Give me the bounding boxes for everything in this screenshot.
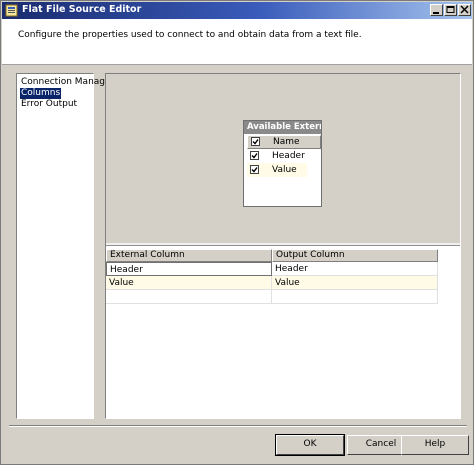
minimize-button[interactable] <box>430 4 443 16</box>
close-icon <box>460 5 469 14</box>
maximize-button[interactable] <box>444 4 457 16</box>
maximize-icon <box>446 6 455 13</box>
available-column-row[interactable]: Value <box>247 163 307 177</box>
navigation-list: Connection Manager Columns Error Output <box>16 73 114 419</box>
nav-item-error-output[interactable]: Error Output <box>20 99 78 110</box>
columns-page: Available Extern... Name <box>105 73 461 419</box>
grid-cell-empty[interactable] <box>272 290 438 304</box>
grid-cell-empty[interactable] <box>106 290 272 304</box>
minimize-icon <box>433 12 439 14</box>
available-external-columns-box[interactable]: Available Extern... Name <box>243 120 322 207</box>
name-column-header: Name <box>273 137 300 147</box>
column-designer-surface: Available Extern... Name <box>106 74 460 243</box>
nav-item-columns[interactable]: Columns <box>20 88 62 99</box>
grid-cell-output[interactable]: Value <box>272 276 438 290</box>
footer-divider <box>9 425 467 427</box>
grid-cell-external[interactable]: Value <box>106 276 272 290</box>
checkmark-icon <box>251 167 258 173</box>
ok-button[interactable]: OK <box>275 434 345 456</box>
close-button[interactable] <box>458 4 471 16</box>
header-divider <box>2 64 472 65</box>
grid-cell-output[interactable]: Header <box>272 262 438 276</box>
window-title: Flat File Source Editor <box>22 4 142 15</box>
splitter[interactable] <box>106 243 460 246</box>
available-columns-title: Available Extern... <box>244 121 321 134</box>
checkmark-icon <box>252 139 259 145</box>
column-checkbox-header[interactable] <box>250 151 259 160</box>
column-checkbox-value[interactable] <box>250 165 259 174</box>
nav-item-connection-manager[interactable]: Connection Manager <box>20 77 115 88</box>
column-label: Header <box>272 151 305 161</box>
title-bar[interactable]: Flat File Source Editor <box>2 2 472 19</box>
select-all-checkbox[interactable] <box>251 137 260 146</box>
checkmark-icon <box>251 153 258 159</box>
column-label: Value <box>272 165 297 175</box>
page-description: Configure the properties used to connect… <box>18 30 362 40</box>
app-icon <box>5 4 18 17</box>
flat-file-source-editor-window: Flat File Source Editor Configure the pr… <box>0 0 474 465</box>
header-panel: Configure the properties used to connect… <box>2 19 472 64</box>
help-button[interactable]: Help <box>401 435 469 455</box>
grid-cell-external[interactable]: Header <box>106 262 272 276</box>
available-column-row[interactable]: Header <box>247 149 307 163</box>
available-columns-header: Name <box>247 135 321 149</box>
grid-header-external-column[interactable]: External Column <box>106 249 272 262</box>
grid-header-output-column[interactable]: Output Column <box>272 249 438 262</box>
